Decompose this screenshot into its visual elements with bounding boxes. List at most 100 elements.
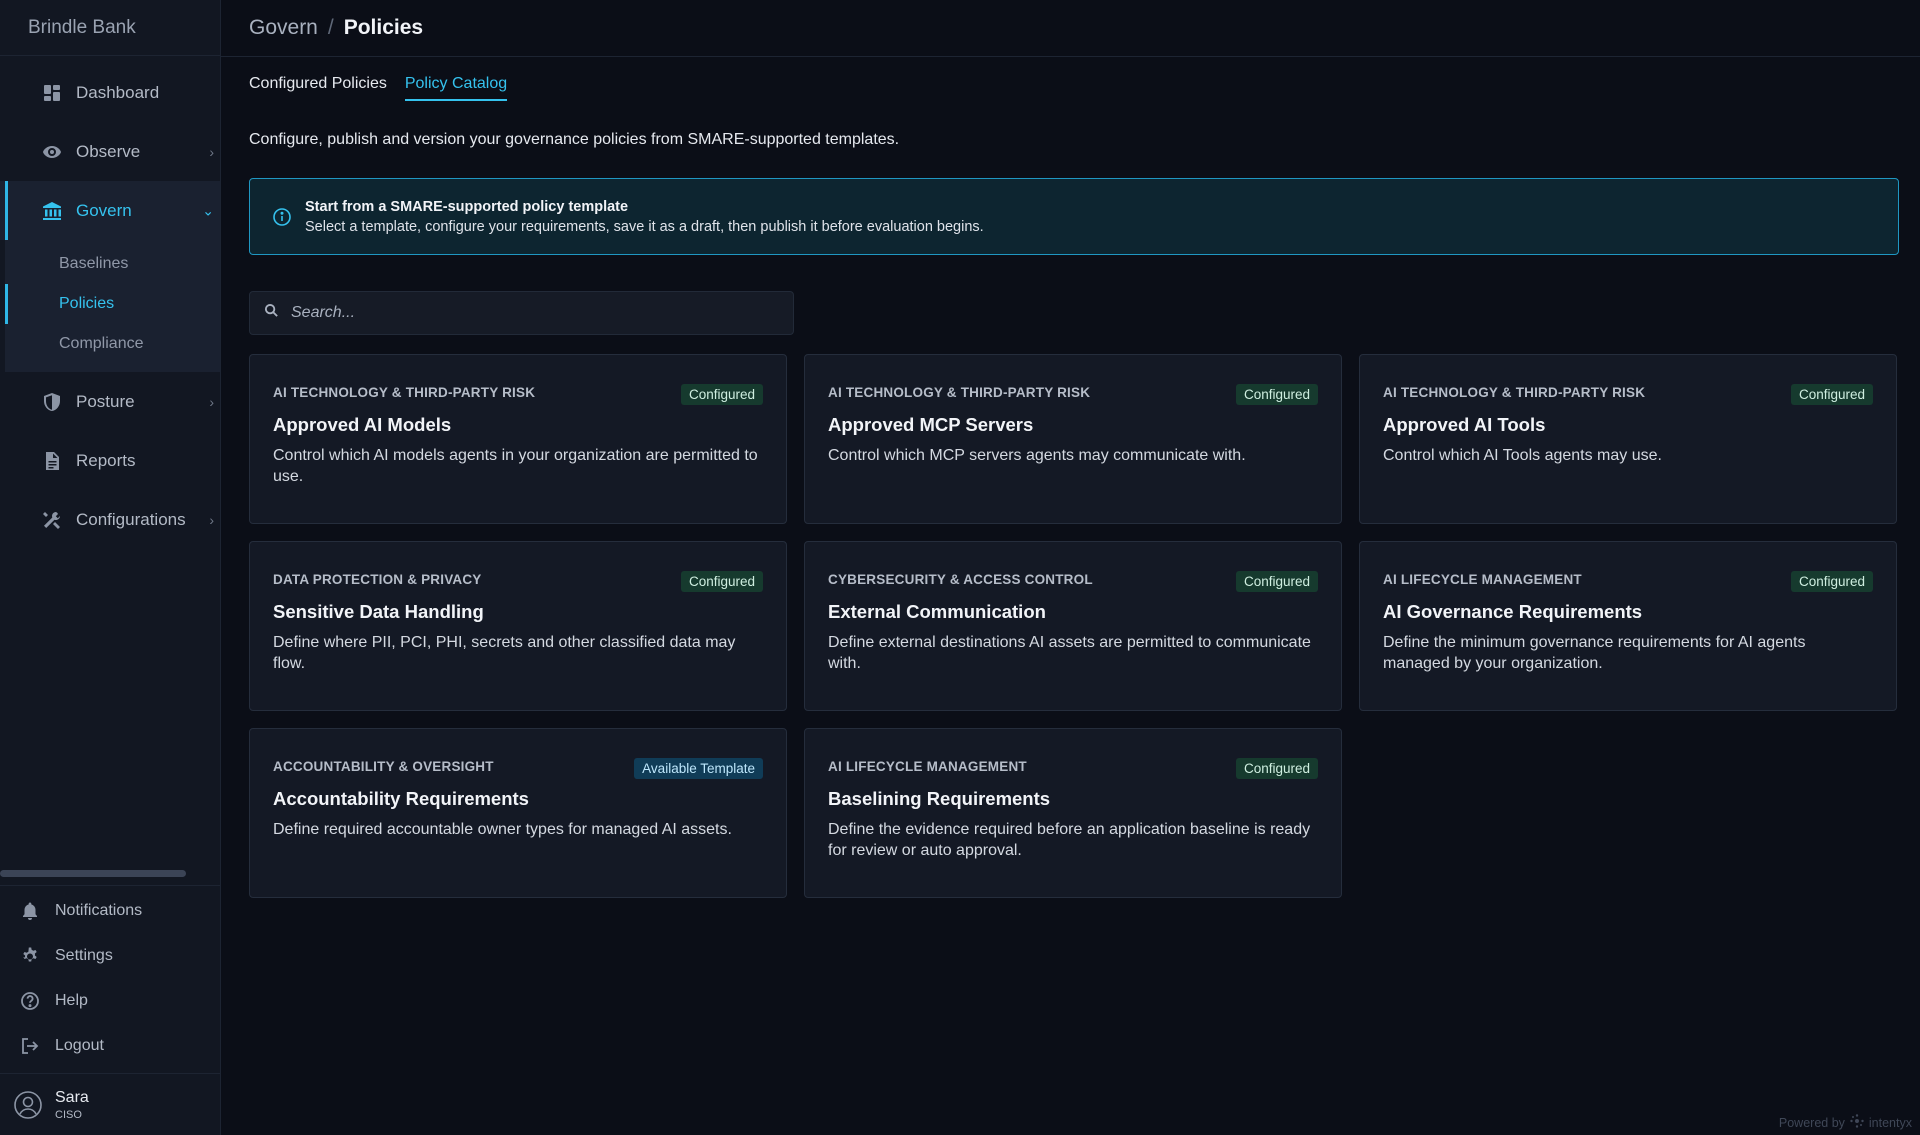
card-title: Approved MCP Servers bbox=[828, 414, 1034, 435]
sidebar-item-logout[interactable]: Logout bbox=[0, 1023, 221, 1068]
policy-card-approved-ai-models[interactable]: AI TECHNOLOGY & THIRD-PARTY RISK Configu… bbox=[249, 354, 787, 524]
main-content: Govern / Policies Configured Policies Po… bbox=[221, 0, 1920, 1135]
status-badge: Configured bbox=[1790, 571, 1873, 592]
subnav-item-compliance[interactable]: Compliance bbox=[5, 324, 220, 364]
main-nav: Dashboard Observe › Govern ⌄ Baselines P… bbox=[0, 56, 220, 549]
grid-icon bbox=[42, 83, 62, 103]
tab-policy-catalog[interactable]: Policy Catalog bbox=[404, 75, 508, 101]
page-description: Configure, publish and version your gove… bbox=[249, 131, 900, 148]
card-title: Baselining Requirements bbox=[828, 788, 1051, 809]
sidebar-item-label: Configurations bbox=[76, 509, 186, 529]
policy-card-sensitive-data-handling[interactable]: DATA PROTECTION & PRIVACY Configured Sen… bbox=[249, 541, 787, 711]
card-title: Approved AI Models bbox=[273, 414, 452, 435]
sidebar-item-observe[interactable]: Observe › bbox=[0, 122, 220, 181]
tab-configured-policies[interactable]: Configured Policies bbox=[249, 75, 387, 101]
chevron-right-icon: › bbox=[209, 143, 214, 160]
sidebar-item-label: Govern bbox=[76, 200, 132, 220]
powered-by-label: Powered by bbox=[1778, 1115, 1845, 1130]
chevron-right-icon: › bbox=[209, 393, 214, 410]
chevron-right-icon: › bbox=[209, 511, 214, 528]
sidebar-item-label: Settings bbox=[55, 946, 113, 964]
chevron-down-icon: ⌄ bbox=[202, 202, 214, 218]
card-title: Approved AI Tools bbox=[1383, 414, 1546, 435]
info-banner: Start from a SMARE-supported policy temp… bbox=[249, 178, 1899, 255]
tools-icon bbox=[42, 510, 62, 530]
sidebar-item-govern[interactable]: Govern ⌄ bbox=[0, 181, 220, 240]
subnav-item-baselines[interactable]: Baselines bbox=[5, 244, 220, 284]
card-title: Sensitive Data Handling bbox=[273, 601, 484, 622]
subnav-item-policies[interactable]: Policies bbox=[5, 284, 220, 324]
policy-card-grid: AI TECHNOLOGY & THIRD-PARTY RISK Configu… bbox=[249, 354, 1899, 898]
policy-card-external-communication[interactable]: CYBERSECURITY & ACCESS CONTROL Configure… bbox=[804, 541, 1342, 711]
vendor-logo-icon bbox=[1845, 1114, 1869, 1131]
user-name: Sara bbox=[55, 1088, 89, 1106]
card-description: Control which AI Tools agents may use. bbox=[1383, 447, 1662, 464]
sidebar-item-reports[interactable]: Reports bbox=[0, 431, 220, 490]
card-title: AI Governance Requirements bbox=[1383, 601, 1643, 622]
sidebar-item-label: Observe bbox=[76, 141, 141, 161]
sidebar-item-help[interactable]: Help bbox=[0, 978, 221, 1023]
card-description: Define the evidence required before an a… bbox=[828, 821, 1311, 859]
sidebar-item-dashboard[interactable]: Dashboard bbox=[0, 63, 220, 122]
banner-text: Select a template, configure your requir… bbox=[305, 218, 984, 235]
bell-icon bbox=[20, 901, 40, 921]
search-input[interactable] bbox=[291, 304, 771, 322]
policy-card-baselining-requirements[interactable]: AI LIFECYCLE MANAGEMENT Configured Basel… bbox=[804, 728, 1342, 898]
status-badge: Configured bbox=[680, 571, 763, 592]
brand-name: Brindle Bank bbox=[0, 0, 220, 56]
breadcrumb-govern[interactable]: Govern bbox=[249, 16, 318, 40]
shield-icon bbox=[42, 392, 62, 412]
card-description: Control which MCP servers agents may com… bbox=[828, 447, 1246, 464]
sidebar-item-label: Help bbox=[55, 991, 88, 1009]
sidebar-scrollbar[interactable] bbox=[0, 870, 221, 878]
card-description: Define required accountable owner types … bbox=[273, 821, 732, 838]
search-icon bbox=[264, 303, 279, 323]
card-description: Define external destinations AI assets a… bbox=[828, 634, 1311, 672]
status-badge: Configured bbox=[1235, 571, 1318, 592]
breadcrumb-separator: / bbox=[327, 16, 334, 39]
user-role: CISO bbox=[55, 1108, 82, 1121]
breadcrumb: Govern / Policies bbox=[221, 0, 1920, 57]
sidebar-scrollbar-thumb[interactable] bbox=[0, 870, 186, 877]
sidebar-item-label: Logout bbox=[55, 1036, 104, 1054]
gear-icon bbox=[20, 946, 40, 966]
page-title: Policies bbox=[343, 16, 424, 39]
policy-card-ai-governance-requirements[interactable]: AI LIFECYCLE MANAGEMENT Configured AI Go… bbox=[1359, 541, 1897, 711]
status-badge: Configured bbox=[1790, 384, 1873, 405]
status-badge: Configured bbox=[1235, 758, 1318, 779]
bank-icon bbox=[42, 201, 62, 221]
search-box bbox=[249, 291, 794, 335]
eye-icon bbox=[42, 142, 62, 162]
user-profile[interactable]: Sara CISO bbox=[0, 1073, 221, 1135]
card-description: Define the minimum governance requiremen… bbox=[1383, 634, 1806, 672]
avatar bbox=[13, 1090, 43, 1120]
policy-card-approved-ai-tools[interactable]: AI TECHNOLOGY & THIRD-PARTY RISK Configu… bbox=[1359, 354, 1897, 524]
tab-bar: Configured Policies Policy Catalog bbox=[221, 75, 1920, 101]
sidebar-item-notifications[interactable]: Notifications bbox=[0, 888, 221, 933]
help-icon bbox=[20, 991, 40, 1011]
policy-card-approved-mcp-servers[interactable]: AI TECHNOLOGY & THIRD-PARTY RISK Configu… bbox=[804, 354, 1342, 524]
card-description: Define where PII, PCI, PHI, secrets and … bbox=[273, 634, 736, 672]
sidebar-item-posture[interactable]: Posture › bbox=[0, 372, 220, 431]
sidebar-item-settings[interactable]: Settings bbox=[0, 933, 221, 978]
sidebar-item-label: Posture bbox=[76, 391, 135, 411]
card-description: Control which AI models agents in your o… bbox=[273, 447, 758, 485]
sidebar-item-configurations[interactable]: Configurations › bbox=[0, 490, 220, 549]
powered-by: Powered by intentyx bbox=[1779, 1114, 1912, 1131]
status-badge: Configured bbox=[680, 384, 763, 405]
status-badge: Available Template bbox=[634, 758, 763, 779]
card-title: Accountability Requirements bbox=[273, 788, 529, 809]
card-title: External Communication bbox=[828, 601, 1046, 622]
sidebar-item-label: Notifications bbox=[55, 901, 143, 919]
info-icon bbox=[272, 207, 292, 227]
sidebar-item-label: Reports bbox=[76, 450, 136, 470]
vendor-name: intentyx bbox=[1868, 1115, 1912, 1130]
sidebar: Brindle Bank Dashboard Observe › Govern … bbox=[0, 0, 221, 1135]
bottom-nav: Notifications Settings Help Logout bbox=[0, 885, 221, 1068]
status-badge: Configured bbox=[1235, 384, 1318, 405]
sidebar-item-label: Dashboard bbox=[76, 82, 160, 102]
document-icon bbox=[42, 451, 62, 471]
policy-card-accountability-requirements[interactable]: ACCOUNTABILITY & OVERSIGHT Available Tem… bbox=[249, 728, 787, 898]
govern-subnav: Baselines Policies Compliance bbox=[5, 240, 220, 372]
banner-title: Start from a SMARE-supported policy temp… bbox=[305, 198, 629, 215]
